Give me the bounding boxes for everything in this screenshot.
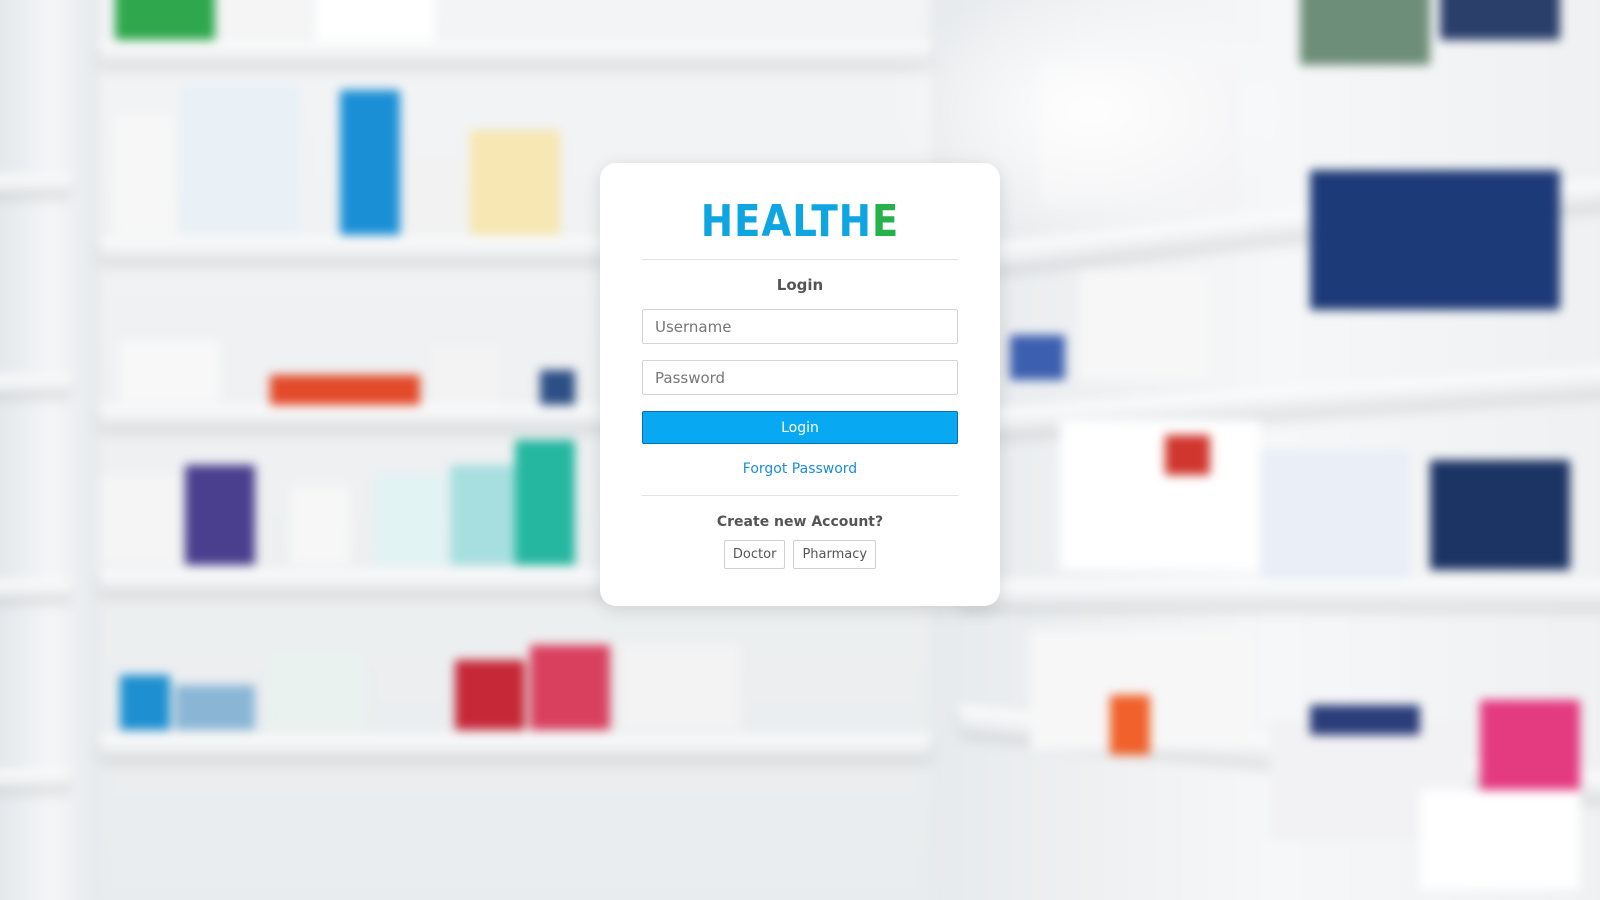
password-input[interactable] — [642, 360, 958, 395]
forgot-password-link[interactable]: Forgot Password — [642, 460, 958, 478]
doctor-signup-button[interactable]: Doctor — [723, 540, 786, 569]
section-divider — [642, 495, 958, 496]
account-type-buttons: Doctor Pharmacy — [642, 540, 958, 569]
login-heading: Login — [776, 276, 824, 294]
header-divider — [642, 259, 958, 260]
logo-text-health: HEALTH — [700, 196, 872, 247]
login-card: HEALTHE Login Login Forgot Password Crea… — [600, 163, 1000, 606]
username-input[interactable] — [642, 309, 958, 344]
pharmacy-signup-button[interactable]: Pharmacy — [793, 540, 877, 569]
healthe-logo: HEALTHE — [661, 200, 939, 244]
create-account-heading: Create new Account? — [716, 514, 884, 530]
login-button[interactable]: Login — [642, 411, 958, 444]
logo-text-e: E — [871, 196, 900, 247]
